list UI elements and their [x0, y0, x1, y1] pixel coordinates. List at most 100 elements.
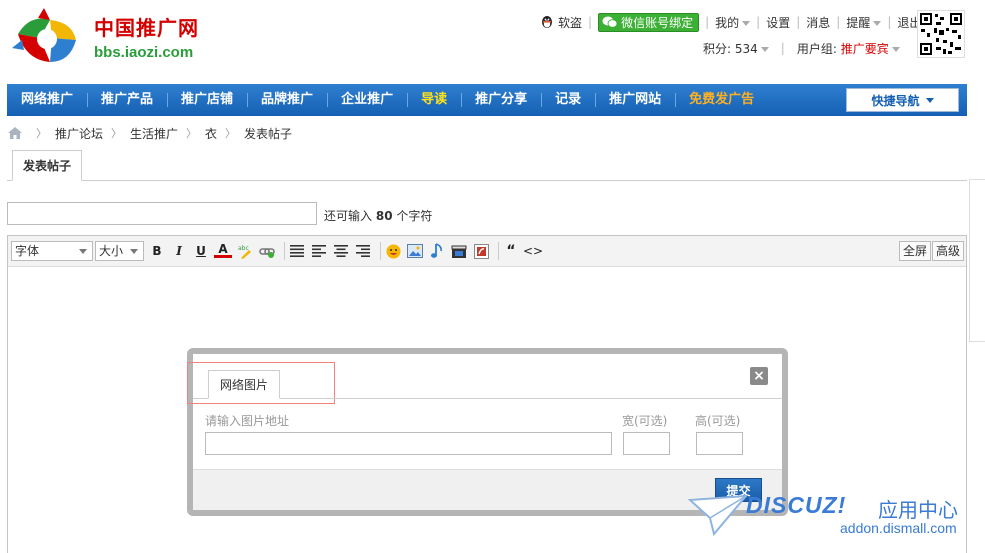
nav-item-guide[interactable]: 导读 [407, 84, 461, 116]
settings-link[interactable]: 设置 [766, 14, 790, 31]
logo-mark-icon [12, 8, 76, 62]
qr-code-image [917, 10, 965, 58]
align-center-icon [334, 245, 348, 257]
chevron-down-icon [79, 249, 87, 254]
qr-code-icon [920, 13, 962, 55]
italic-button[interactable]: I [170, 242, 188, 260]
divider: | [588, 15, 593, 29]
insert-flash-button[interactable] [472, 242, 490, 260]
divider: | [836, 15, 841, 29]
site-logo[interactable]: 中国推广网 bbs.iaozi.com [10, 4, 210, 70]
insert-audio-button[interactable] [428, 242, 446, 260]
nav-item-free-ads[interactable]: 免费发广告 [675, 84, 768, 116]
toolbar-divider [380, 242, 381, 260]
subject-input[interactable] [7, 202, 317, 225]
image-width-input[interactable] [623, 432, 670, 455]
divider: | [780, 41, 785, 55]
fullscreen-button[interactable]: 全屏 [899, 241, 932, 261]
my-menu[interactable]: 我的 [715, 14, 751, 31]
divider: | [705, 15, 710, 29]
image-url-label: 请输入图片地址 [205, 414, 290, 428]
highlighter-icon: abc [238, 245, 251, 259]
breadcrumb-current: 发表帖子 [244, 126, 293, 141]
image-url-input[interactable] [205, 432, 612, 455]
svg-text:abc: abc [238, 245, 249, 252]
breadcrumb-separator: 〉 [186, 127, 198, 140]
points-menu[interactable]: 积分: 534 [703, 40, 769, 57]
subject-hint-prefix: 还可输入 [324, 209, 373, 223]
breadcrumb: 〉 推广论坛 〉 生活推广 〉 衣 〉 发表帖子 [8, 125, 292, 141]
user-info-bar: 积分: 534 | 用户组: 推广要宾 [703, 40, 900, 56]
tab-divider [7, 180, 967, 181]
qq-username: 软盗 [558, 15, 583, 30]
advanced-mode-button[interactable]: 高级 [932, 241, 965, 261]
quick-nav-button[interactable]: 快捷导航 [846, 88, 959, 112]
messages-link[interactable]: 消息 [806, 14, 830, 31]
insert-image-button[interactable] [406, 242, 424, 260]
dialog-footer: 提交 [193, 469, 782, 510]
dialog-tab-divider [193, 398, 782, 399]
nav-item-records[interactable]: 记录 [541, 84, 595, 116]
nav-item-websites[interactable]: 推广网站 [595, 84, 675, 116]
main-nav: 网络推广 推广产品 推广店铺 品牌推广 企业推广 导读 推广分享 记录 推广网站… [7, 84, 967, 116]
video-clapper-icon [451, 245, 467, 258]
align-left-icon [312, 245, 326, 257]
my-menu-label: 我的 [715, 15, 740, 30]
align-justify-button[interactable] [288, 242, 306, 260]
editor-toolbar: 字体 大小 B I U A abc “ <> 全屏 高级 [8, 236, 966, 267]
breadcrumb-life[interactable]: 生活推广 [130, 125, 178, 142]
site-title: 中国推广网 [94, 16, 199, 40]
divider: | [756, 15, 761, 29]
insert-link-button[interactable] [258, 242, 276, 260]
nav-item-share[interactable]: 推广分享 [461, 84, 541, 116]
home-icon[interactable] [8, 127, 22, 139]
emoji-button[interactable] [384, 242, 402, 260]
image-height-input[interactable] [696, 432, 743, 455]
code-button[interactable]: <> [523, 242, 543, 260]
close-icon[interactable]: × [750, 367, 768, 385]
qq-link[interactable]: 软盗 [540, 14, 582, 31]
nav-item-network-promotion[interactable]: 网络推广 [7, 84, 87, 116]
tab-network-image[interactable]: 网络图片 [208, 370, 280, 399]
wechat-bind-button[interactable]: 微信账号绑定 [598, 12, 700, 32]
nav-item-enterprise[interactable]: 企业推广 [327, 84, 407, 116]
align-right-button[interactable] [354, 242, 372, 260]
underline-button[interactable]: U [192, 242, 210, 260]
font-color-button[interactable]: A [214, 242, 232, 258]
image-width-label: 宽(可选) [622, 414, 668, 428]
reminders-menu[interactable]: 提醒 [846, 14, 882, 31]
breadcrumb-forum[interactable]: 推广论坛 [55, 125, 103, 142]
network-image-dialog-frame: 网络图片 × 请输入图片地址 宽(可选) 高(可选) 提交 [187, 348, 788, 516]
breadcrumb-separator: 〉 [111, 127, 123, 140]
image-height-label: 高(可选) [695, 414, 741, 428]
divider: | [796, 15, 801, 29]
nav-item-shops[interactable]: 推广店铺 [167, 84, 247, 116]
align-right-icon [356, 245, 370, 257]
qq-penguin-icon [542, 16, 552, 28]
nav-item-brand[interactable]: 品牌推广 [247, 84, 327, 116]
chevron-down-icon [760, 46, 769, 52]
bold-button[interactable]: B [148, 242, 166, 260]
tab-new-post[interactable]: 发表帖子 [12, 150, 82, 181]
highlight-button[interactable]: abc [236, 242, 254, 260]
breadcrumb-clothing[interactable]: 衣 [205, 125, 217, 142]
align-center-button[interactable] [332, 242, 350, 260]
points-label: 积分: 534 [703, 41, 758, 56]
link-icon [259, 248, 275, 258]
flash-icon [473, 243, 489, 259]
usergroup-value: 推广要宾 [840, 41, 889, 56]
usergroup-menu[interactable]: 用户组: 推广要宾 [797, 40, 900, 57]
nav-item-products[interactable]: 推广产品 [87, 84, 167, 116]
submit-button[interactable]: 提交 [715, 478, 762, 502]
font-family-select[interactable]: 字体 [11, 241, 93, 261]
usergroup-prefix: 用户组: [796, 41, 837, 56]
font-size-select[interactable]: 大小 [95, 241, 144, 261]
subject-hint-suffix: 个字符 [396, 209, 433, 223]
quick-nav-label: 快捷导航 [871, 93, 920, 108]
network-image-dialog: 网络图片 × 请输入图片地址 宽(可选) 高(可选) 提交 [187, 354, 782, 510]
quote-button[interactable]: “ [502, 242, 520, 260]
align-justify-icon [290, 245, 304, 257]
insert-video-button[interactable] [450, 242, 468, 260]
align-left-button[interactable] [310, 242, 328, 260]
site-url: bbs.iaozi.com [94, 44, 194, 61]
